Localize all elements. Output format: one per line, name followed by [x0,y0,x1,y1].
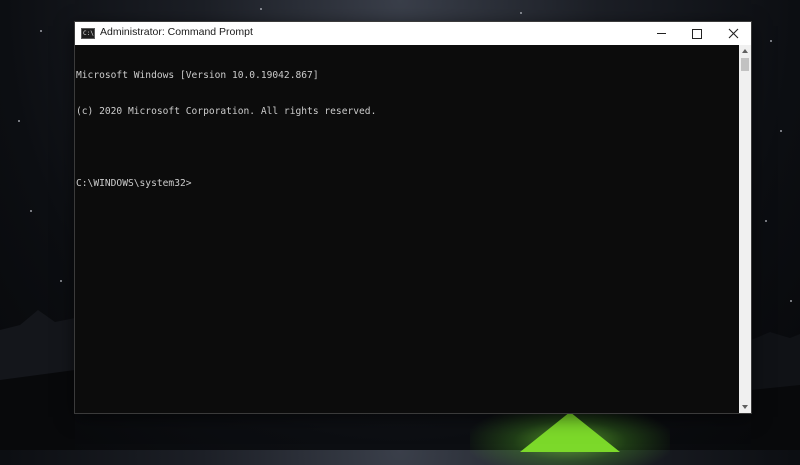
command-prompt-line[interactable]: C:\WINDOWS\system32> [76,178,739,190]
console-output[interactable]: Microsoft Windows [Version 10.0.19042.86… [75,45,739,413]
arrow-up-icon [742,49,748,53]
star [30,210,32,212]
scroll-thumb[interactable] [741,58,749,71]
minimize-icon [656,33,666,34]
maximize-icon [692,28,702,39]
close-button[interactable] [715,22,751,45]
star [260,8,262,10]
star [60,280,62,282]
title-bar[interactable]: C:\ Administrator: Command Prompt [75,22,751,45]
command-prompt-window[interactable]: C:\ Administrator: Command Prompt Micros… [75,22,751,413]
cmd-app-icon[interactable]: C:\ [81,28,95,39]
scroll-up-button[interactable] [739,45,751,57]
vertical-scrollbar[interactable] [739,45,751,413]
scroll-down-button[interactable] [739,401,751,413]
window-title: Administrator: Command Prompt [100,26,253,38]
close-icon [728,28,738,39]
maximize-button[interactable] [679,22,715,45]
tent [520,412,620,452]
star [520,12,522,14]
star [780,130,782,132]
console-line: Microsoft Windows [Version 10.0.19042.86… [76,70,319,81]
minimize-button[interactable] [643,22,679,45]
star [770,40,772,42]
console-line: (c) 2020 Microsoft Corporation. All righ… [76,106,377,117]
star [18,120,20,122]
star [765,220,767,222]
arrow-down-icon [742,405,748,409]
star [40,30,42,32]
